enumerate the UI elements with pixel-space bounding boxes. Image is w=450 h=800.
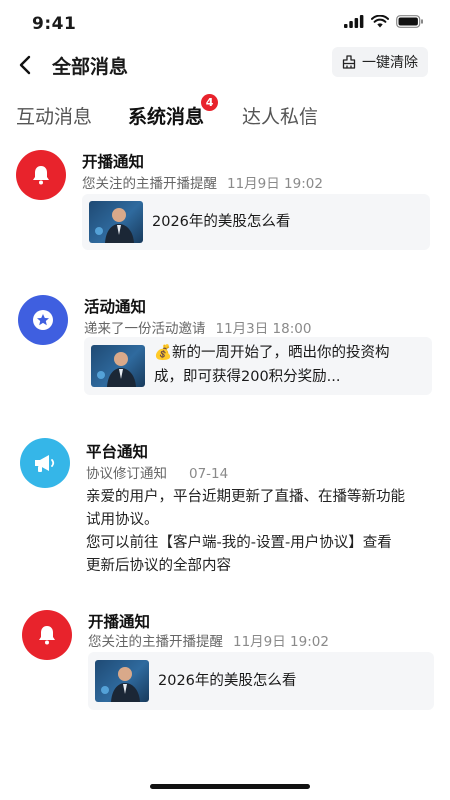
bell-icon (22, 610, 72, 660)
live-thumbnail (89, 201, 143, 243)
message-title: 活动通知 (84, 298, 147, 316)
content-card[interactable]: 💰新的一周开始了，晒出你的投资构 成，即可获得200积分奖励... (84, 337, 432, 395)
message-subtitle: 您关注的主播开播提醒 11月9日 19:02 (82, 172, 323, 192)
chevron-left-icon (19, 55, 31, 75)
notice-body-line: 您可以前往【客户端-我的-设置-用户协议】查看 (86, 535, 392, 551)
notice-body-line: 亲爱的用户，平台近期更新了直播、在播等新功能 (86, 489, 405, 505)
clear-all-button[interactable]: 一键清除 (332, 47, 428, 77)
header: 全部消息 一键清除 (0, 44, 450, 86)
star-icon (18, 295, 68, 345)
content-card[interactable]: 2026年的美股怎么看 (88, 652, 434, 710)
message-subtitle: 协议修订通知 07-14 (86, 462, 228, 482)
bell-icon (16, 150, 66, 200)
unread-badge: 4 (201, 94, 219, 111)
message-time: 11月9日 19:02 (227, 176, 323, 192)
subtitle-text: 您关注的主播开播提醒 (82, 176, 217, 192)
message-subtitle: 递来了一份活动邀请 11月3日 18:00 (84, 317, 311, 337)
battery-icon (396, 15, 423, 28)
message-title: 开播通知 (82, 153, 145, 171)
card-text: 2026年的美股怎么看 (158, 673, 297, 689)
card-text-line: 💰新的一周开始了，晒出你的投资构 (154, 345, 390, 361)
clear-all-label: 一键清除 (362, 55, 418, 71)
signal-icon (344, 15, 364, 28)
live-thumbnail (91, 345, 145, 387)
back-button[interactable] (12, 52, 38, 78)
message-tabs: 互动消息 系统消息 4 达人私信 (0, 94, 450, 136)
status-bar: 9:41 (0, 0, 450, 44)
message-title: 平台通知 (86, 443, 149, 461)
message-time: 07-14 (189, 466, 229, 482)
tab-system[interactable]: 系统消息 4 (128, 94, 219, 129)
subtitle-text: 您关注的主播开播提醒 (88, 634, 223, 650)
page-title: 全部消息 (52, 56, 129, 78)
notice-body-line: 更新后协议的全部内容 (86, 558, 231, 574)
tab-expert-dm[interactable]: 达人私信 (242, 102, 318, 129)
tab-interactive[interactable]: 互动消息 (16, 102, 92, 129)
message-time: 11月9日 19:02 (233, 634, 329, 650)
subtitle-text: 协议修订通知 (86, 466, 167, 482)
content-card[interactable]: 2026年的美股怎么看 (82, 194, 430, 250)
message-subtitle: 您关注的主播开播提醒 11月9日 19:02 (88, 630, 329, 650)
card-text-line: 成，即可获得200积分奖励... (154, 369, 341, 385)
wifi-icon (371, 15, 389, 28)
home-indicator[interactable] (150, 784, 310, 789)
message-title: 开播通知 (88, 613, 151, 631)
tab-label: 达人私信 (242, 106, 319, 128)
live-thumbnail (95, 660, 149, 702)
status-icons (344, 15, 424, 28)
tab-label: 系统消息 (128, 106, 205, 128)
message-time: 11月3日 18:00 (215, 321, 312, 337)
notice-body-line: 试用协议。 (86, 512, 159, 528)
broom-icon (342, 55, 356, 69)
subtitle-text: 递来了一份活动邀请 (84, 321, 206, 337)
megaphone-icon (20, 438, 70, 488)
card-text: 2026年的美股怎么看 (152, 214, 291, 230)
tab-label: 互动消息 (16, 106, 93, 128)
status-time: 9:41 (32, 14, 77, 34)
